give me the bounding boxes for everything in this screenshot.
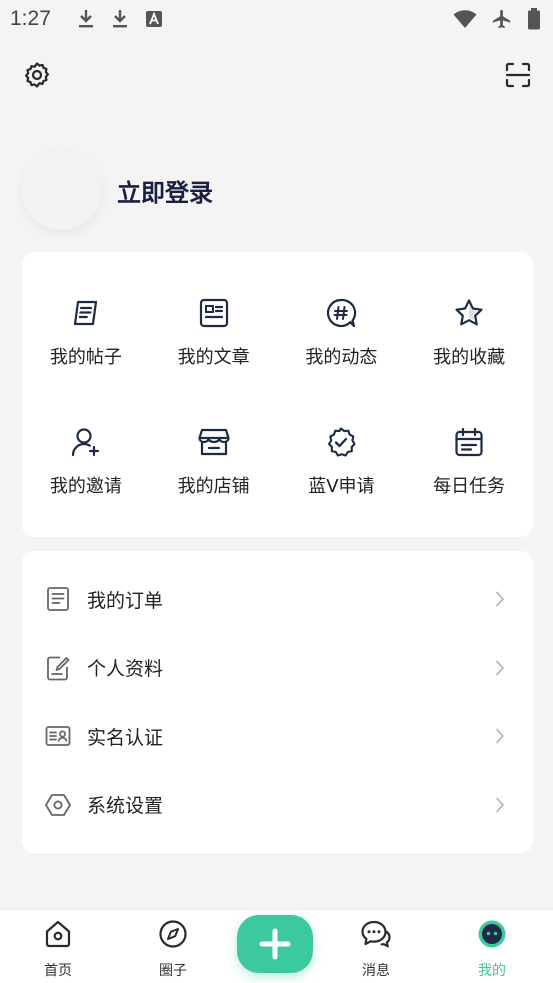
- id-card-icon: [45, 723, 71, 749]
- menu-item-system-settings[interactable]: 系统设置: [22, 771, 533, 840]
- nav-home[interactable]: 首页: [18, 918, 98, 980]
- menu-item-profile[interactable]: 个人资料: [22, 634, 533, 703]
- article-icon: [197, 296, 231, 330]
- nav-label: 首页: [44, 963, 72, 979]
- font-app-icon: [145, 10, 163, 28]
- verified-badge-icon: [324, 425, 358, 459]
- edit-profile-icon: [45, 655, 71, 681]
- menu-item-my-orders[interactable]: 我的订单: [22, 565, 533, 634]
- airplane-mode-icon: [491, 8, 513, 35]
- menu-item-label: 我的订单: [87, 589, 164, 612]
- calendar-task-icon: [452, 425, 486, 459]
- profile-header[interactable]: 立即登录: [22, 150, 213, 230]
- wifi-icon: [453, 9, 477, 34]
- grid-item-label: 我的邀请: [49, 476, 122, 497]
- menu-item-label: 系统设置: [87, 795, 164, 818]
- chevron-right-icon: [493, 727, 507, 745]
- grid-item-label: 我的文章: [177, 347, 250, 368]
- grid-item-label: 我的店铺: [177, 476, 250, 497]
- nav-mine[interactable]: 我的: [452, 918, 532, 980]
- grid-item-label: 我的收藏: [433, 347, 506, 368]
- grid-item-my-store[interactable]: 我的店铺: [150, 425, 278, 554]
- download-icon: [111, 9, 129, 29]
- message-icon: [360, 918, 392, 950]
- profile-face-icon: [476, 918, 508, 950]
- avatar[interactable]: [22, 150, 102, 230]
- login-link[interactable]: 立即登录: [117, 173, 213, 208]
- nav-messages[interactable]: 消息: [336, 918, 416, 980]
- nav-label: 消息: [362, 963, 390, 979]
- status-time: 1:27: [10, 7, 51, 30]
- nav-label: 圈子: [159, 963, 187, 979]
- star-icon: [452, 296, 486, 330]
- menu-item-real-name-auth[interactable]: 实名认证: [22, 702, 533, 771]
- store-icon: [197, 425, 231, 459]
- chevron-right-icon: [493, 796, 507, 814]
- grid-item-my-articles[interactable]: 我的文章: [150, 296, 278, 425]
- grid-item-label: 每日任务: [433, 476, 506, 497]
- grid-item-label: 我的帖子: [49, 347, 122, 368]
- grid-item-label: 我的动态: [305, 347, 378, 368]
- hashtag-icon: [324, 296, 358, 330]
- chevron-right-icon: [493, 590, 507, 608]
- grid-item-blue-v-apply[interactable]: 蓝V申请: [278, 425, 406, 554]
- nav-label: 我的: [478, 963, 506, 979]
- scan-icon: [505, 62, 531, 88]
- home-icon: [42, 918, 74, 950]
- menu-item-label: 个人资料: [87, 658, 164, 681]
- grid-item-my-activity[interactable]: 我的动态: [278, 296, 406, 425]
- gear-icon: [25, 62, 49, 88]
- battery-icon: [527, 8, 541, 35]
- status-bar: 1:27: [0, 0, 553, 38]
- menu-list-card: 我的订单 个人资料 实名认证 系统设置: [22, 551, 533, 853]
- grid-item-my-favorites[interactable]: 我的收藏: [405, 296, 533, 425]
- post-icon: [69, 296, 103, 330]
- feature-grid-card: 我的帖子 我的文章 我的动态 我的收藏 我的邀请 我的店铺 蓝V申请 每日任务: [22, 252, 533, 537]
- chevron-right-icon: [493, 659, 507, 677]
- add-post-button[interactable]: [237, 915, 313, 973]
- download-icon: [77, 9, 95, 29]
- nav-circle[interactable]: 圈子: [133, 918, 213, 980]
- menu-item-label: 实名认证: [87, 726, 164, 749]
- grid-item-daily-tasks[interactable]: 每日任务: [405, 425, 533, 554]
- scan-button[interactable]: [503, 60, 533, 90]
- compass-icon: [157, 918, 189, 950]
- hexagon-settings-icon: [45, 792, 71, 818]
- grid-item-my-posts[interactable]: 我的帖子: [22, 296, 150, 425]
- grid-item-label: 蓝V申请: [308, 476, 375, 497]
- settings-button[interactable]: [22, 60, 52, 90]
- plus-icon: [259, 928, 291, 960]
- grid-item-my-invites[interactable]: 我的邀请: [22, 425, 150, 554]
- order-icon: [45, 586, 71, 612]
- invite-user-icon: [69, 425, 103, 459]
